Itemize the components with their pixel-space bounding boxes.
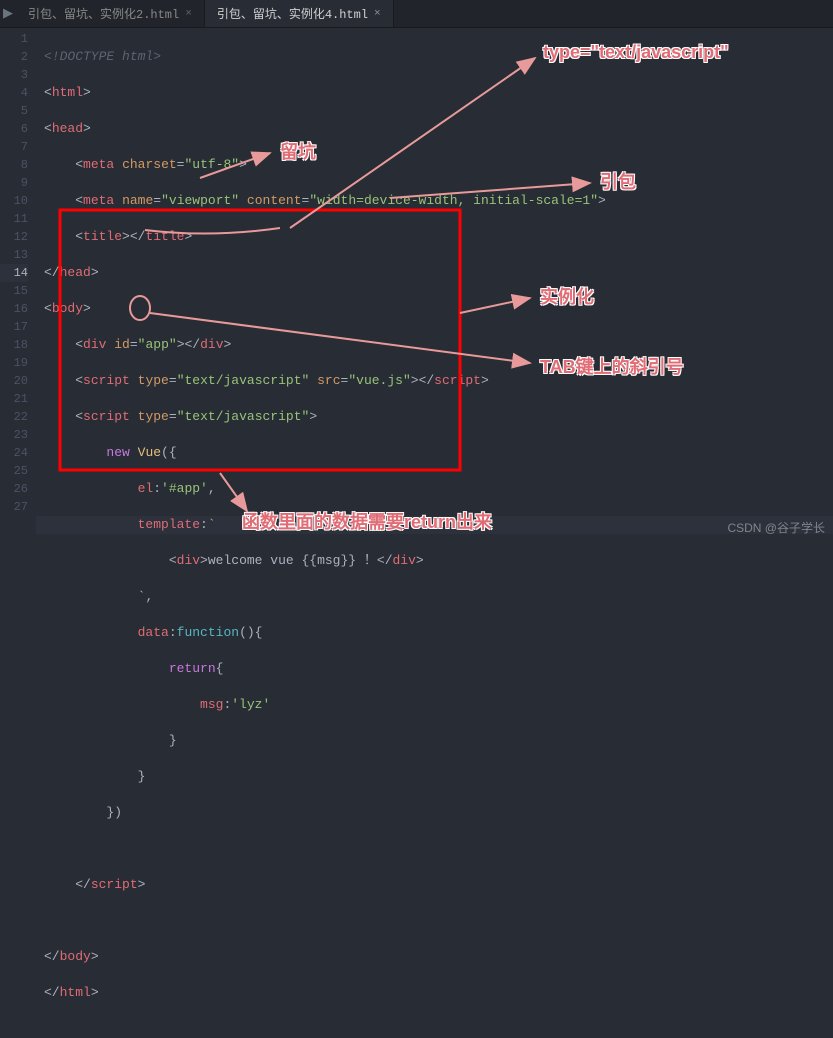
tab-file-2[interactable]: 引包、留坑、实例化4.html ×: [205, 0, 394, 27]
close-icon[interactable]: ×: [374, 8, 381, 20]
tab-label: 引包、留坑、实例化2.html: [28, 5, 179, 22]
line-number-gutter: 1234567891011121314151617181920212223242…: [0, 28, 36, 540]
editor: 1234567891011121314151617181920212223242…: [0, 28, 833, 540]
tab-file-1[interactable]: 引包、留坑、实例化2.html ×: [16, 0, 205, 27]
play-icon[interactable]: ▶: [0, 0, 16, 27]
tab-label: 引包、留坑、实例化4.html: [217, 5, 368, 22]
code-area[interactable]: <!DOCTYPE html> <html> <head> <meta char…: [36, 28, 833, 540]
close-icon[interactable]: ×: [185, 8, 192, 20]
watermark: CSDN @谷子学长: [727, 519, 825, 536]
doctype: <!DOCTYPE html>: [44, 49, 161, 64]
tab-bar: ▶ 引包、留坑、实例化2.html × 引包、留坑、实例化4.html ×: [0, 0, 833, 28]
